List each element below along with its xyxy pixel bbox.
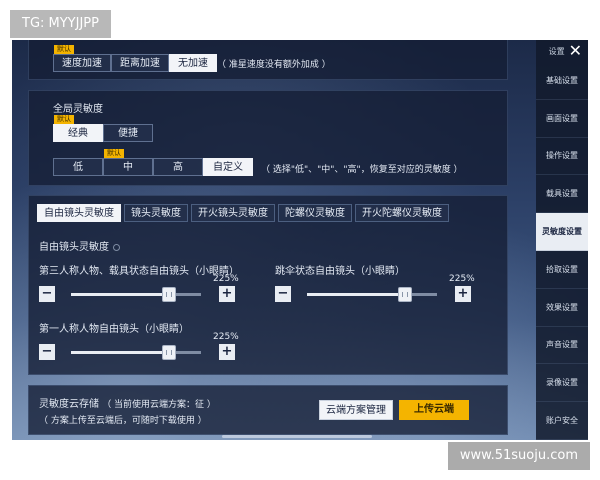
mode-classic[interactable]: 默认 经典 (53, 115, 103, 142)
plus-button[interactable]: + (219, 344, 235, 360)
sidebar-item-basic[interactable]: 基础设置 (536, 62, 588, 100)
mode-easy[interactable]: 便捷 (103, 124, 153, 142)
default-badge: 默认 (104, 149, 124, 158)
sidebar-title: 设置 (548, 46, 565, 56)
camera-sensitivity-panel: 自由镜头灵敏度 镜头灵敏度 开火镜头灵敏度 陀螺仪灵敏度 开火陀螺仪灵敏度 自由… (28, 195, 508, 375)
default-badge: 默认 (54, 45, 74, 54)
close-icon[interactable]: ✕ (569, 43, 582, 59)
cloud-manage-button[interactable]: 云端方案管理 (319, 400, 393, 420)
slider-fill (307, 293, 405, 296)
slider-value: 225% (213, 274, 239, 284)
sidebar-item-account-security[interactable]: 账户安全 (536, 402, 588, 440)
tab-fire-gyro[interactable]: 开火陀螺仪灵敏度 (355, 204, 449, 222)
sidebar-item-pickup[interactable]: 拾取设置 (536, 251, 588, 289)
global-sensitivity-panel: 全局灵敏度 默认 经典 便捷 低 默认 中 高 自定义 （ 选择"低"、"中"、… (28, 90, 508, 186)
slider-track[interactable] (71, 345, 201, 360)
speed-hint: （ 准星速度没有额外加成 ） (217, 60, 331, 70)
level-options: 低 默认 中 高 自定义 (53, 149, 253, 176)
level-high[interactable]: 高 (153, 158, 203, 176)
slider-value: 225% (213, 332, 239, 342)
level-hint: （ 选择"低"、"中"、"高"，恢复至对应的灵敏度 ） (261, 165, 463, 175)
sidebar-item-replay[interactable]: 录像设置 (536, 364, 588, 403)
sidebar-item-sensitivity[interactable]: 灵敏度设置 (536, 213, 588, 251)
home-indicator (222, 435, 372, 438)
slider-label-third-person: 第三人称人物、载具状态自由镜头（小眼睛） (39, 266, 239, 277)
slider-first-person: − 225% + (39, 332, 239, 360)
minus-button[interactable]: − (39, 344, 55, 360)
info-icon[interactable] (113, 243, 120, 251)
cloud-subtitle: （ 方案上传至云端后，可随时下载使用 ） (39, 416, 207, 426)
speed-options: 默认 速度加速 距离加速 无加速 (53, 45, 217, 72)
slider-label-parachute: 跳伞状态自由镜头（小眼睛） (275, 266, 405, 277)
slider-track[interactable] (71, 287, 201, 302)
tab-gyro[interactable]: 陀螺仪灵敏度 (278, 204, 352, 222)
global-title: 全局灵敏度 (53, 104, 103, 115)
watermark-bottom-right: www.51suoju.com (447, 442, 590, 470)
speed-option-distance[interactable]: 距离加速 (111, 54, 169, 72)
sidebar-item-graphics[interactable]: 画面设置 (536, 100, 588, 138)
minus-button[interactable]: − (275, 286, 291, 302)
speed-option-accel[interactable]: 默认 速度加速 (53, 45, 111, 72)
slider-fill (71, 293, 169, 296)
cloud-storage-panel: 灵敏度云存储 （ 当前使用云端方案：征 ） （ 方案上传至云端后，可随时下载使用… (28, 385, 508, 435)
cloud-title-line: 灵敏度云存储 （ 当前使用云端方案：征 ） (39, 399, 216, 410)
speed-panel: 默认 速度加速 距离加速 无加速 （ 准星速度没有额外加成 ） (28, 40, 508, 80)
sensitivity-tabs: 自由镜头灵敏度 镜头灵敏度 开火镜头灵敏度 陀螺仪灵敏度 开火陀螺仪灵敏度 (37, 204, 452, 222)
slider-handle[interactable] (161, 287, 176, 302)
level-medium[interactable]: 默认 中 (103, 149, 153, 176)
plus-button[interactable]: + (455, 286, 471, 302)
game-settings-screen: 默认 速度加速 距离加速 无加速 （ 准星速度没有额外加成 ） 全局灵敏度 默认… (12, 40, 588, 440)
slider-label-first-person: 第一人称人物自由镜头（小眼睛） (39, 324, 189, 335)
slider-third-person: − 225% + (39, 274, 239, 302)
cloud-upload-button[interactable]: 上传云端 (399, 400, 469, 420)
watermark-top-left: TG: MYYJJPP (10, 10, 111, 38)
tab-free-camera[interactable]: 自由镜头灵敏度 (37, 204, 121, 222)
slider-fill (71, 351, 169, 354)
speed-option-none[interactable]: 无加速 (169, 54, 217, 72)
sidebar-item-controls[interactable]: 操作设置 (536, 138, 588, 176)
slider-handle[interactable] (397, 287, 412, 302)
tab-camera[interactable]: 镜头灵敏度 (124, 204, 188, 222)
level-low[interactable]: 低 (53, 158, 103, 176)
tab-fire-camera[interactable]: 开火镜头灵敏度 (191, 204, 275, 222)
minus-button[interactable]: − (39, 286, 55, 302)
section-title: 自由镜头灵敏度 (39, 238, 120, 253)
sidebar-item-vehicle[interactable]: 载具设置 (536, 175, 588, 214)
plus-button[interactable]: + (219, 286, 235, 302)
mode-options: 默认 经典 便捷 (53, 115, 153, 142)
default-badge: 默认 (54, 115, 74, 124)
settings-sidebar: 设置 ✕ 基础设置 画面设置 操作设置 载具设置 灵敏度设置 拾取设置 效果设置… (536, 40, 588, 440)
sidebar-item-sound[interactable]: 声音设置 (536, 327, 588, 365)
slider-track[interactable] (307, 287, 437, 302)
level-custom[interactable]: 自定义 (203, 158, 253, 176)
slider-handle[interactable] (161, 345, 176, 360)
slider-parachute: − 225% + (275, 274, 475, 302)
sidebar-header: 设置 ✕ (536, 40, 588, 62)
sidebar-item-effects[interactable]: 效果设置 (536, 289, 588, 327)
slider-value: 225% (449, 274, 475, 284)
